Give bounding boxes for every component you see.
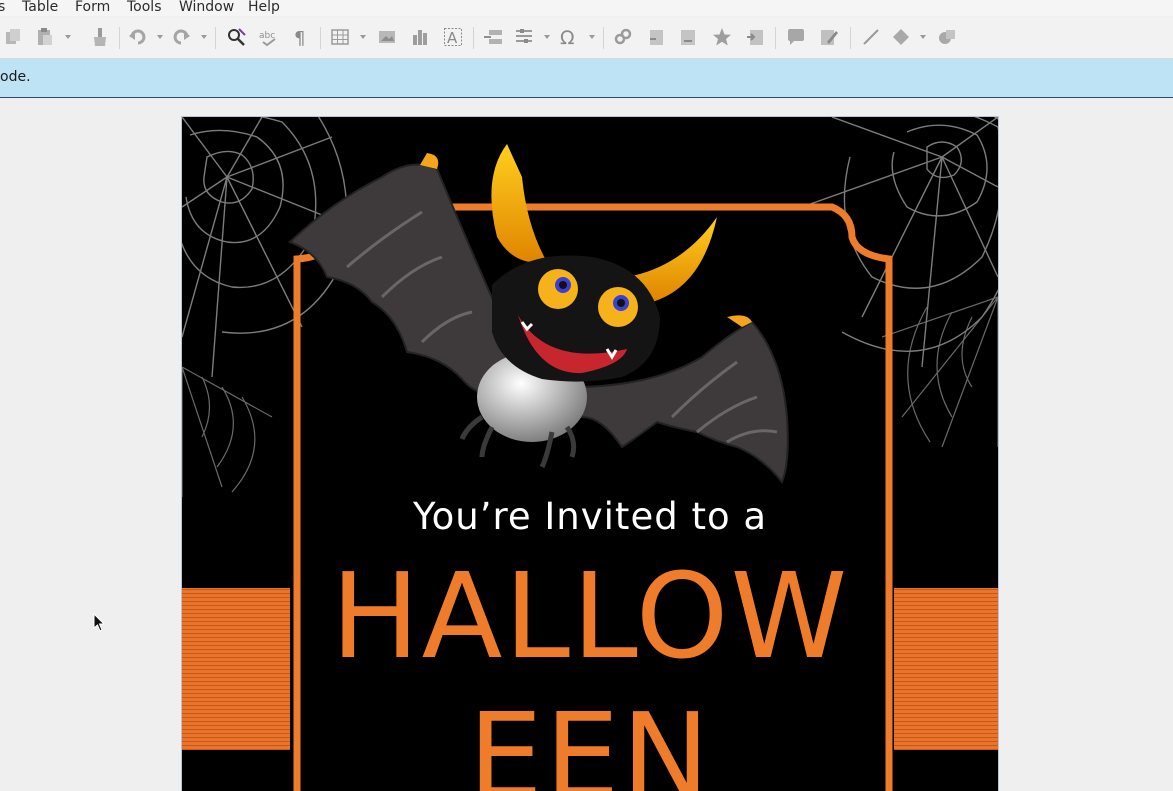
- standard-toolbar: abc ¶ A Ω: [0, 17, 1173, 59]
- insert-table-icon[interactable]: [329, 26, 351, 48]
- spider-web-top-right: [801, 117, 998, 368]
- menu-item-form[interactable]: Form: [75, 0, 110, 14]
- read-only-infobar: ode.: [0, 59, 1173, 98]
- title-line-2: EEN: [468, 687, 712, 791]
- insert-table-dropdown-icon[interactable]: [360, 35, 366, 39]
- insert-textbox-icon[interactable]: A: [442, 26, 464, 48]
- menu-item-table[interactable]: Table: [22, 0, 58, 14]
- insert-footnote-icon[interactable]: [645, 26, 667, 48]
- bat-illustration: [288, 144, 789, 484]
- basic-shapes-dropdown-icon[interactable]: [920, 35, 926, 39]
- svg-text:Ω: Ω: [560, 27, 575, 47]
- insert-bookmark-icon[interactable]: [711, 26, 733, 48]
- insert-line-icon[interactable]: [860, 26, 882, 48]
- track-changes-icon[interactable]: [818, 26, 840, 48]
- svg-text:¶: ¶: [294, 28, 305, 47]
- spelling-icon[interactable]: abc: [258, 26, 280, 48]
- menu-item-partial[interactable]: s: [0, 0, 5, 14]
- invite-line: You’re Invited to a: [412, 495, 768, 538]
- undo-dropdown-icon[interactable]: [157, 35, 163, 39]
- shapes-icon[interactable]: [936, 26, 958, 48]
- menu-item-window[interactable]: Window: [179, 0, 234, 14]
- paste-icon[interactable]: [34, 26, 56, 48]
- insert-field-icon[interactable]: [513, 26, 535, 48]
- menu-bar: s Table Form Tools Window Help: [0, 0, 1173, 16]
- infobar-message: ode.: [0, 69, 31, 85]
- insert-hyperlink-icon[interactable]: [612, 26, 634, 48]
- insert-field-dropdown-icon[interactable]: [544, 35, 550, 39]
- redo-icon[interactable]: [170, 26, 192, 48]
- insert-page-break-icon[interactable]: [482, 26, 504, 48]
- paste-dropdown-icon[interactable]: [65, 35, 71, 39]
- title-line-1: HALLOW: [330, 547, 850, 685]
- spider-web-right-edge: [881, 296, 998, 448]
- basic-shapes-icon[interactable]: [890, 26, 912, 48]
- mouse-pointer-icon: [93, 613, 106, 632]
- insert-comment-icon[interactable]: [785, 26, 807, 48]
- spider-web-left-edge: [182, 366, 273, 497]
- insert-image-icon[interactable]: [376, 26, 398, 48]
- find-replace-icon[interactable]: [225, 26, 247, 48]
- undo-icon[interactable]: [127, 26, 149, 48]
- copy-icon[interactable]: [2, 26, 24, 48]
- insert-chart-icon[interactable]: [409, 26, 431, 48]
- menu-item-tools[interactable]: Tools: [127, 0, 162, 14]
- document-page[interactable]: You’re Invited to a HALLOW EEN: [182, 117, 998, 791]
- insert-cross-reference-icon[interactable]: [744, 26, 766, 48]
- svg-text:A: A: [447, 29, 458, 47]
- menu-item-help[interactable]: Help: [248, 0, 280, 14]
- insert-endnote-icon[interactable]: [677, 26, 699, 48]
- formatting-marks-icon[interactable]: ¶: [290, 26, 312, 48]
- special-character-dropdown-icon[interactable]: [589, 35, 595, 39]
- insert-special-character-icon[interactable]: Ω: [558, 26, 580, 48]
- redo-dropdown-icon[interactable]: [201, 35, 207, 39]
- clone-formatting-icon[interactable]: [89, 26, 111, 48]
